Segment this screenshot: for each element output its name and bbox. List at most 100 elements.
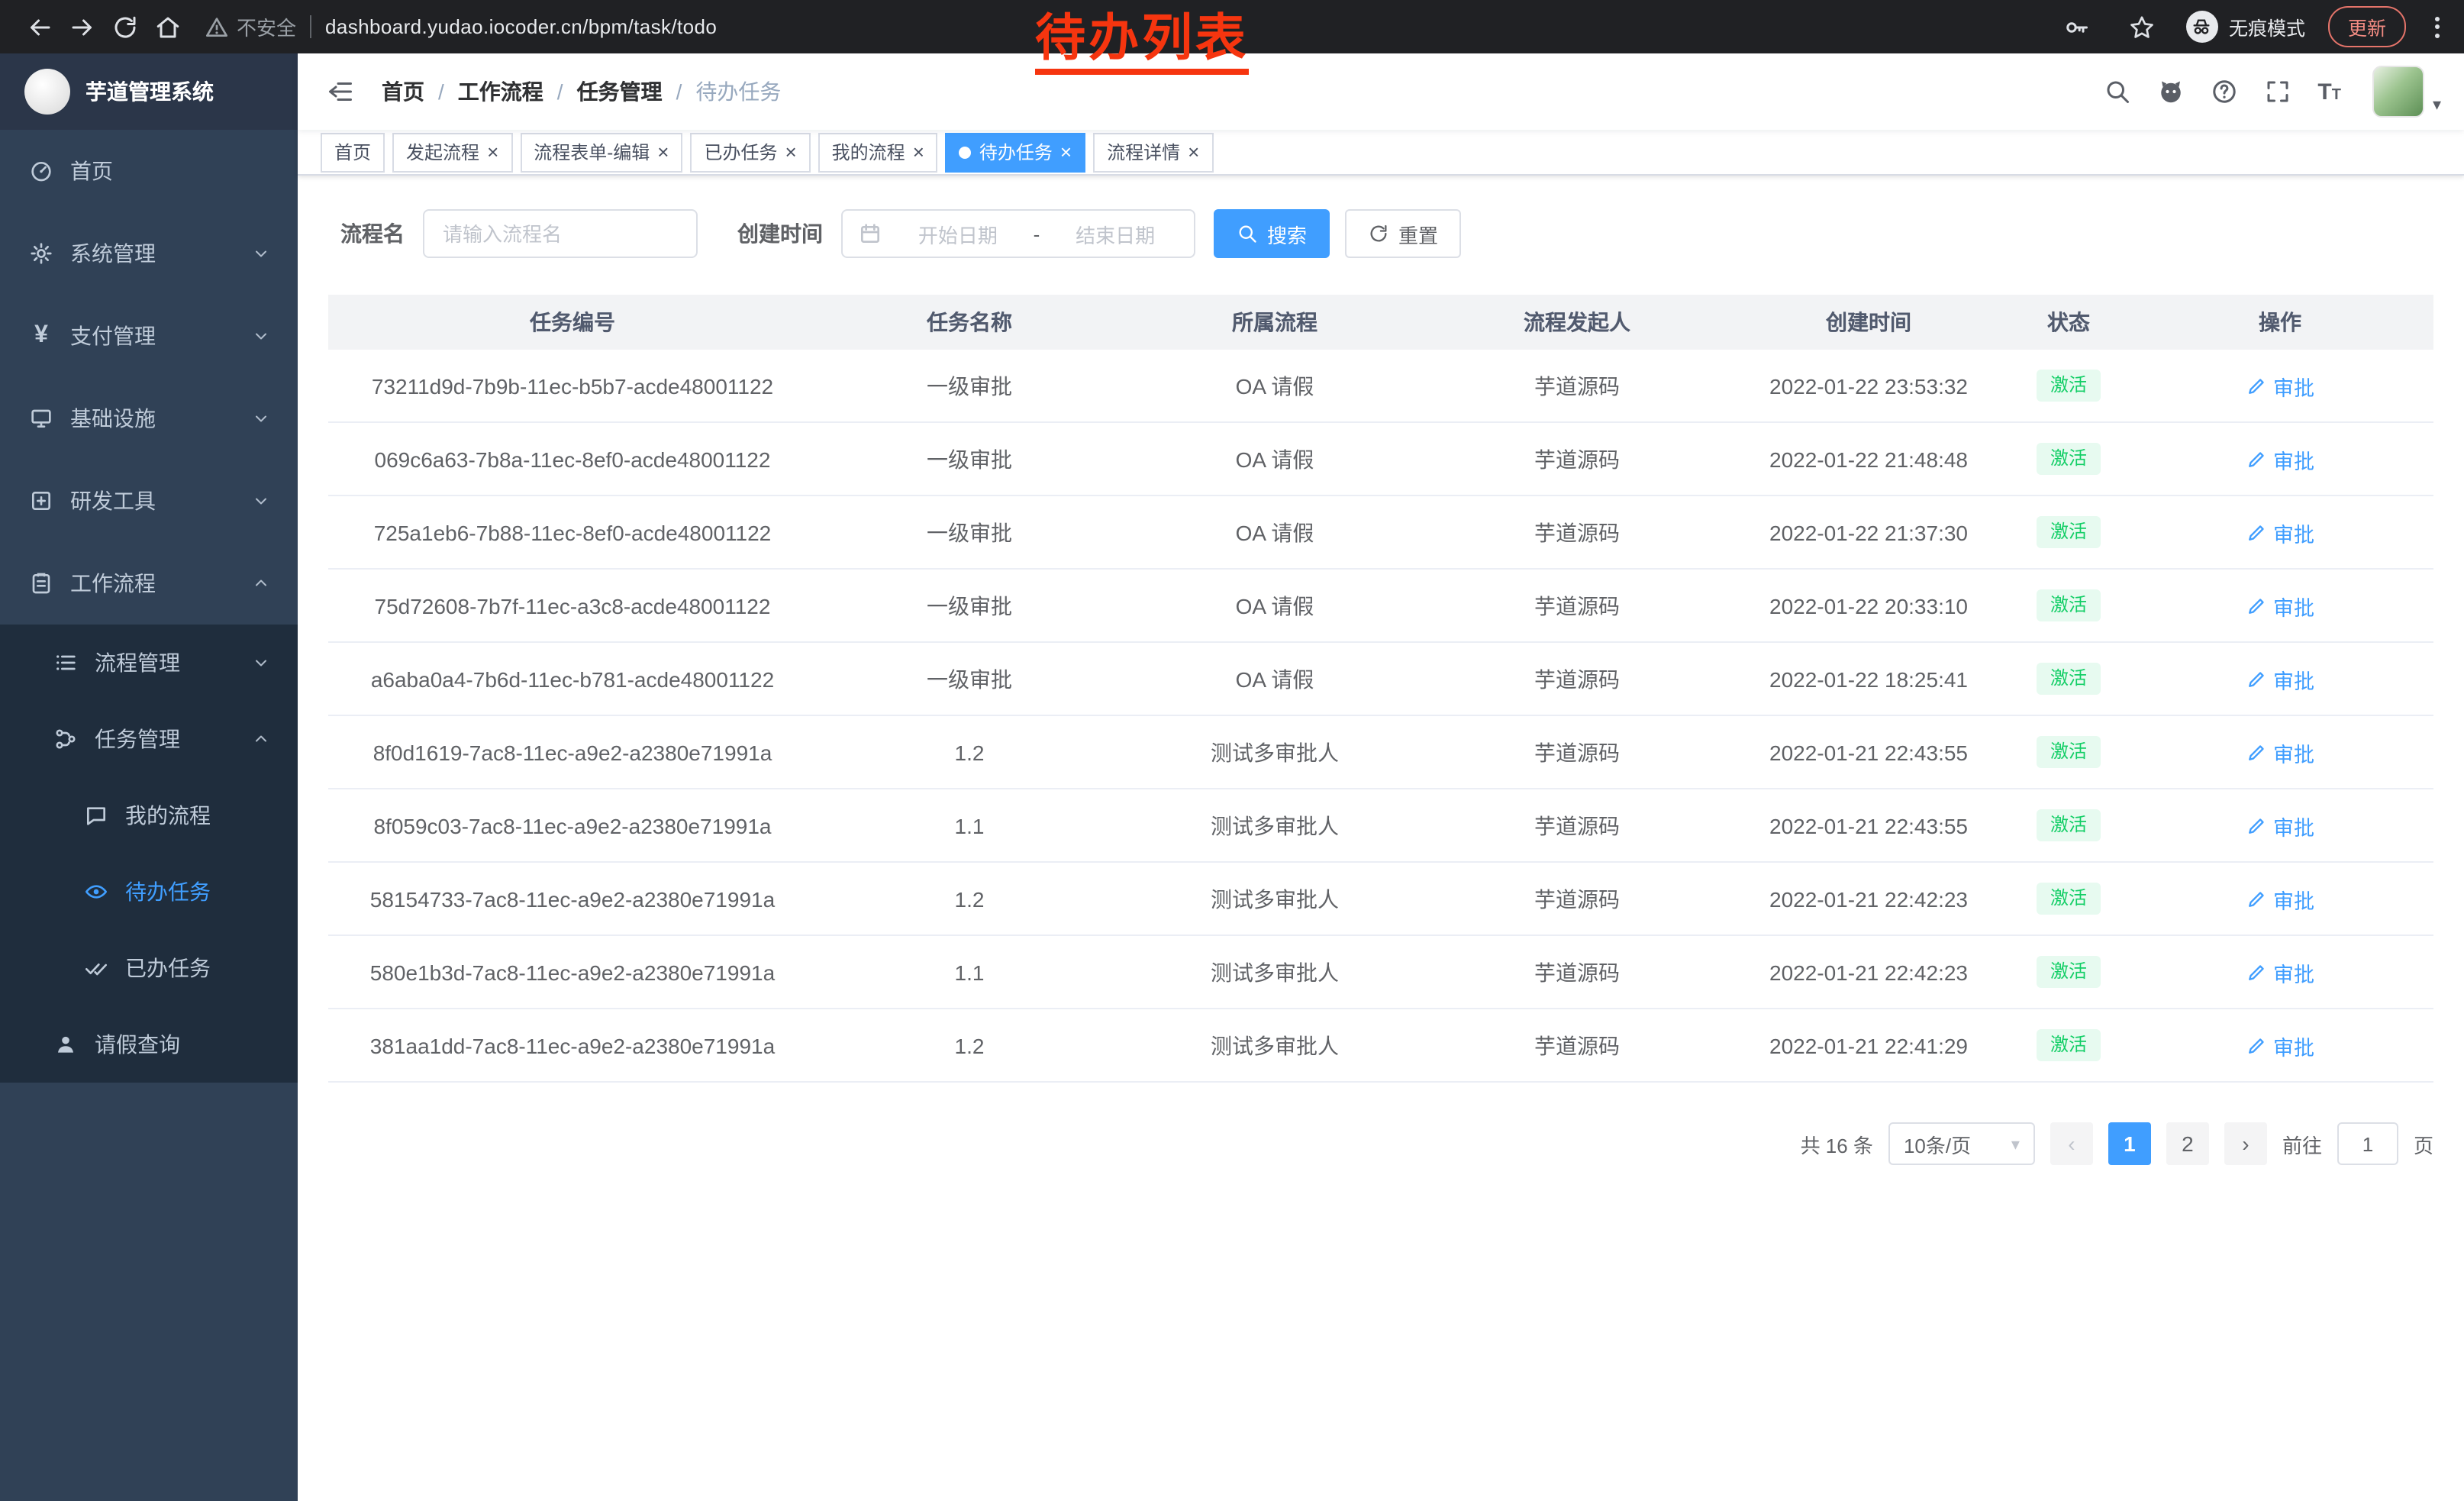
eye-icon — [82, 880, 110, 904]
fullscreen-button[interactable] — [2264, 78, 2291, 105]
browser-update-button[interactable]: 更新 — [2328, 6, 2406, 47]
table-row: 8f059c03-7ac8-11ec-a9e2-a2380e71991a 1.1… — [328, 789, 2433, 863]
yen-icon: ¥ — [27, 324, 55, 348]
sidebar-item-home[interactable]: 首页 — [0, 130, 298, 212]
avatar[interactable] — [2373, 66, 2425, 118]
password-manager-button[interactable] — [2055, 5, 2098, 48]
user-menu[interactable]: ▾ — [2373, 66, 2441, 118]
approve-link[interactable]: 审批 — [2246, 663, 2314, 694]
tab-home[interactable]: 首页 — [321, 132, 385, 172]
sidebar-item-workflow[interactable]: 工作流程 — [0, 542, 298, 625]
approve-link[interactable]: 审批 — [2246, 810, 2314, 841]
edit-icon — [2246, 668, 2267, 689]
close-icon[interactable]: × — [1060, 142, 1072, 162]
gear-icon — [27, 241, 55, 266]
sidebar-item-done-tasks[interactable]: 已办任务 — [0, 930, 298, 1006]
browser-back-button[interactable] — [18, 5, 61, 48]
approve-link[interactable]: 审批 — [2246, 444, 2314, 474]
breadcrumb-separator: / — [438, 79, 444, 104]
breadcrumb-home[interactable]: 首页 — [382, 76, 424, 107]
todo-task-table: 任务编号 任务名称 所属流程 流程发起人 创建时间 状态 操作 73211d9d… — [328, 295, 2433, 1083]
close-icon[interactable]: × — [785, 142, 796, 162]
status-badge: 激活 — [2037, 1028, 2101, 1061]
pagination: 共 16 条 10条/页 ▾ ‹ 1 2 › 前往 页 — [328, 1122, 2433, 1165]
date-range-picker[interactable]: 开始日期 - 结束日期 — [841, 209, 1195, 258]
approve-link[interactable]: 审批 — [2246, 517, 2314, 547]
hamburger-icon — [327, 78, 354, 105]
close-icon[interactable]: × — [487, 142, 498, 162]
page-size-select[interactable]: 10条/页 ▾ — [1888, 1122, 2035, 1165]
browser-menu-button[interactable] — [2429, 10, 2446, 44]
list-icon — [52, 650, 79, 675]
browser-home-button[interactable] — [147, 5, 189, 48]
chevron-down-icon — [252, 654, 270, 672]
sidebar-item-process-management[interactable]: 流程管理 — [0, 625, 298, 701]
tab-my-processes[interactable]: 我的流程× — [818, 132, 938, 172]
question-icon — [2211, 78, 2238, 105]
tab-process-detail[interactable]: 流程详情× — [1093, 132, 1213, 172]
sidebar-collapse-button[interactable] — [321, 72, 360, 111]
page-button-2[interactable]: 2 — [2166, 1122, 2209, 1165]
approve-link[interactable]: 审批 — [2246, 590, 2314, 621]
address-bar[interactable]: 不安全 dashboard.yudao.iocoder.cn/bpm/task/… — [205, 12, 717, 41]
cell-task-name: 1.2 — [817, 1033, 1122, 1057]
security-status[interactable]: 不安全 — [205, 12, 296, 41]
table-header: 任务编号 任务名称 所属流程 流程发起人 创建时间 状态 操作 — [328, 295, 2433, 350]
cell-created: 2022-01-22 20:33:10 — [1727, 593, 2011, 618]
app-logo-row[interactable]: 芋道管理系统 — [0, 53, 298, 130]
page-button-1[interactable]: 1 — [2108, 1122, 2151, 1165]
help-button[interactable] — [2211, 78, 2238, 105]
cell-initiator: 芋道源码 — [1427, 810, 1727, 841]
tab-todo-tasks[interactable]: 待办任务× — [946, 132, 1085, 172]
bookmark-button[interactable] — [2121, 5, 2163, 48]
cell-task-id: a6aba0a4-7b6d-11ec-b781-acde48001122 — [328, 667, 817, 691]
approve-link[interactable]: 审批 — [2246, 957, 2314, 987]
tab-initiate-process[interactable]: 发起流程× — [392, 132, 512, 172]
sidebar-item-todo-tasks[interactable]: 待办任务 — [0, 854, 298, 930]
tab-done-tasks[interactable]: 已办任务× — [690, 132, 810, 172]
sidebar: 芋道管理系统 首页 系统管理 ¥ 支付管理 — [0, 53, 298, 1501]
approve-link[interactable]: 审批 — [2246, 883, 2314, 914]
prev-page-button[interactable]: ‹ — [2050, 1122, 2093, 1165]
approve-link[interactable]: 审批 — [2246, 737, 2314, 767]
font-size-button[interactable]: TT — [2317, 80, 2341, 103]
cell-initiator: 芋道源码 — [1427, 517, 1727, 547]
process-name-input[interactable] — [423, 209, 698, 258]
cell-created: 2022-01-21 22:42:23 — [1727, 886, 2011, 911]
approve-link[interactable]: 审批 — [2246, 1030, 2314, 1060]
cell-task-id: 8f059c03-7ac8-11ec-a9e2-a2380e71991a — [328, 813, 817, 838]
browser-forward-button[interactable] — [61, 5, 104, 48]
main-area: 首页 / 工作流程 / 任务管理 / 待办任务 TT ▾ — [298, 53, 2464, 1501]
caret-down-icon: ▾ — [2011, 1134, 2020, 1154]
edit-icon — [2246, 961, 2267, 983]
breadcrumb-workflow[interactable]: 工作流程 — [458, 76, 543, 107]
tab-process-form-edit[interactable]: 流程表单-编辑× — [520, 132, 682, 172]
header-search-button[interactable] — [2104, 78, 2131, 105]
close-icon[interactable]: × — [1188, 142, 1199, 162]
browser-toolbar-right: 无痕模式 更新 — [2055, 5, 2446, 48]
search-button[interactable]: 搜索 — [1214, 209, 1330, 258]
sidebar-item-system-management[interactable]: 系统管理 — [0, 212, 298, 295]
close-icon[interactable]: × — [913, 142, 924, 162]
github-button[interactable] — [2157, 78, 2185, 105]
reset-button[interactable]: 重置 — [1345, 209, 1461, 258]
search-icon — [2104, 78, 2131, 105]
column-header: 任务编号 — [328, 307, 817, 337]
sidebar-item-dev-tools[interactable]: 研发工具 — [0, 460, 298, 542]
chevron-up-icon — [252, 574, 270, 592]
sidebar-item-my-processes[interactable]: 我的流程 — [0, 777, 298, 854]
sidebar-item-leave-query[interactable]: 请假查询 — [0, 1006, 298, 1083]
browser-refresh-button[interactable] — [104, 5, 147, 48]
sidebar-item-task-management[interactable]: 任务管理 — [0, 701, 298, 777]
breadcrumb-task-management[interactable]: 任务管理 — [577, 76, 663, 107]
cell-task-id: 58154733-7ac8-11ec-a9e2-a2380e71991a — [328, 886, 817, 911]
sidebar-item-payment-management[interactable]: ¥ 支付管理 — [0, 295, 298, 377]
approve-link[interactable]: 审批 — [2246, 370, 2314, 401]
edit-icon — [2246, 888, 2267, 909]
close-icon[interactable]: × — [657, 142, 669, 162]
column-header: 流程发起人 — [1427, 307, 1727, 337]
goto-page-input[interactable] — [2337, 1122, 2398, 1165]
cell-process: 测试多审批人 — [1122, 737, 1427, 767]
next-page-button[interactable]: › — [2224, 1122, 2267, 1165]
sidebar-item-infrastructure[interactable]: 基础设施 — [0, 377, 298, 460]
